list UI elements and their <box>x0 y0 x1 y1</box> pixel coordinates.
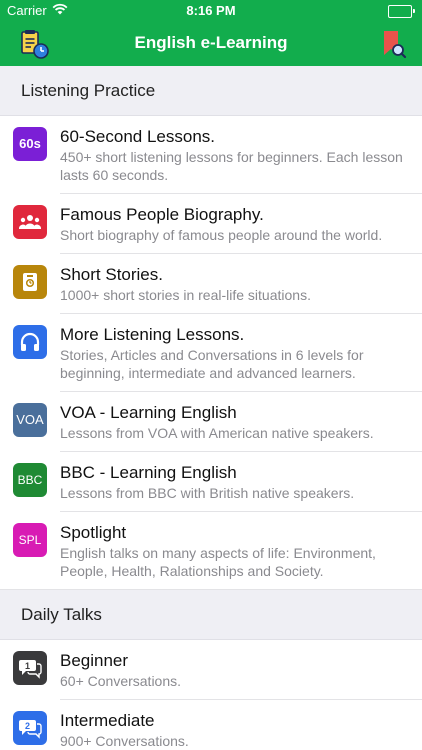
list-item-voa[interactable]: VOA VOA - Learning English Lessons from … <box>0 392 422 452</box>
bbc-icon: BBC <box>13 463 47 497</box>
story-book-icon <box>13 265 47 299</box>
lesson-list: Listening Practice 60s 60-Second Lessons… <box>0 66 422 750</box>
status-bar: Carrier 8:16 PM <box>0 0 422 20</box>
chat-1-icon: 1 <box>13 651 47 685</box>
list-item-subtitle: Lessons from VOA with American native sp… <box>60 425 374 441</box>
list-item-beginner[interactable]: 1 Beginner 60+ Conversations. <box>0 640 422 700</box>
list-item-short-stories[interactable]: Short Stories. 1000+ short stories in re… <box>0 254 422 314</box>
list-item-subtitle: 450+ short listening lessons for beginne… <box>60 149 403 183</box>
section-header-listening-practice: Listening Practice <box>0 66 422 116</box>
list-item-title: Short Stories. <box>60 265 163 284</box>
chat-2-icon: 2 <box>13 711 47 745</box>
list-item-bbc[interactable]: BBC BBC - Learning English Lessons from … <box>0 452 422 512</box>
spotlight-icon: SPL <box>13 523 47 557</box>
list-item-subtitle: English talks on many aspects of life: E… <box>60 545 376 579</box>
list-item-famous-people[interactable]: Famous People Biography. Short biography… <box>0 194 422 254</box>
list-item-title: VOA - Learning English <box>60 403 237 422</box>
clock: 8:16 PM <box>186 3 236 18</box>
bookmark-search-icon[interactable] <box>376 28 408 60</box>
list-item-title: BBC - Learning English <box>60 463 237 482</box>
list-item-title: Spotlight <box>60 523 127 542</box>
list-item-more-listening[interactable]: More Listening Lessons. Stories, Article… <box>0 314 422 392</box>
list-item-subtitle: 60+ Conversations. <box>60 673 182 689</box>
list-item-subtitle: 900+ Conversations. <box>60 733 189 749</box>
list-item-subtitle: Short biography of famous people around … <box>60 227 383 243</box>
list-item-intermediate[interactable]: 2 Intermediate 900+ Conversations. <box>0 700 422 750</box>
list-item-60-second-lessons[interactable]: 60s 60-Second Lessons. 450+ short listen… <box>0 116 422 194</box>
headphones-icon <box>13 325 47 359</box>
list-item-title: 60-Second Lessons. <box>60 127 215 146</box>
people-icon <box>13 205 47 239</box>
list-item-subtitle: Stories, Articles and Conversations in 6… <box>60 347 364 381</box>
list-item-title: Famous People Biography. <box>60 205 264 224</box>
sixty-seconds-icon: 60s <box>13 127 47 161</box>
voa-icon: VOA <box>13 403 47 437</box>
battery-icon <box>388 5 415 18</box>
list-item-spotlight[interactable]: SPL Spotlight English talks on many aspe… <box>0 512 422 590</box>
svg-text:2: 2 <box>25 721 30 731</box>
svg-text:1: 1 <box>25 661 30 671</box>
list-item-title: Intermediate <box>60 711 155 730</box>
list-item-title: Beginner <box>60 651 129 670</box>
section-header-daily-talks: Daily Talks <box>0 590 422 640</box>
list-item-title: More Listening Lessons. <box>60 325 245 344</box>
nav-bar: English e-Learning <box>0 20 422 66</box>
list-item-subtitle: 1000+ short stories in real-life situati… <box>60 287 311 303</box>
list-item-subtitle: Lessons from BBC with British native spe… <box>60 485 355 501</box>
page-title: English e-Learning <box>134 33 288 52</box>
